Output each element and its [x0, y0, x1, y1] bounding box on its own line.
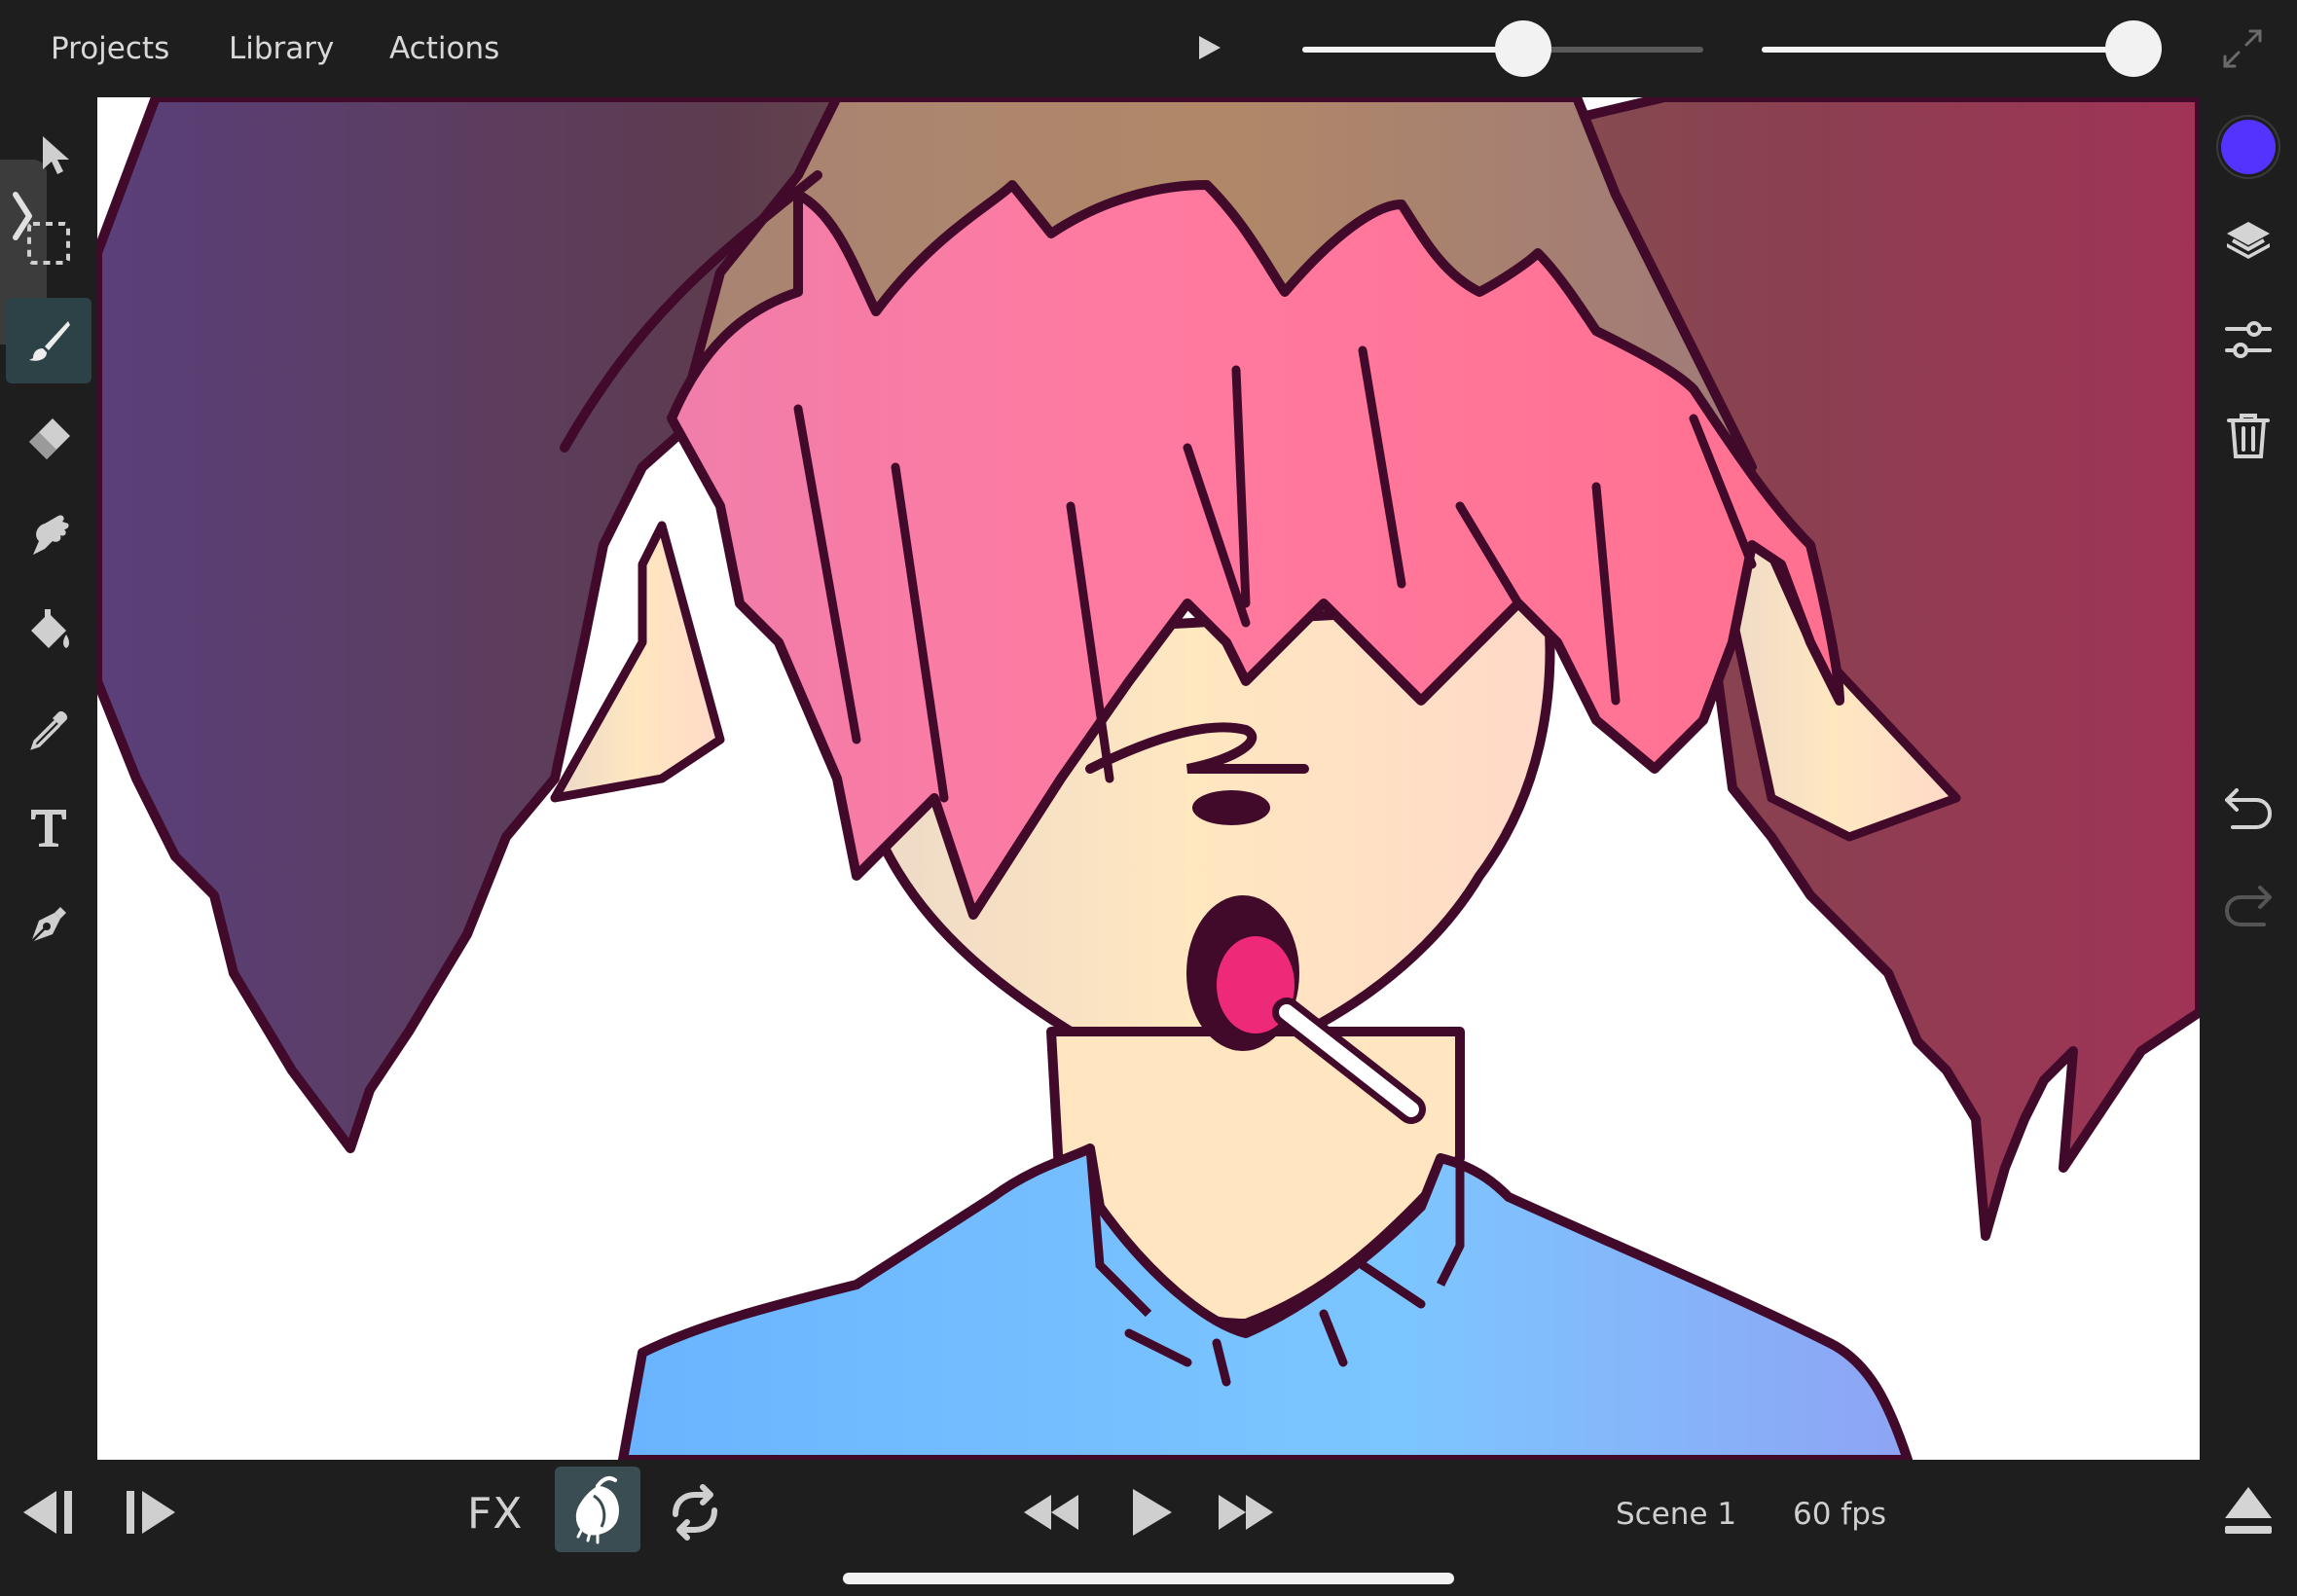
next-frame-icon	[127, 1491, 175, 1534]
text-tool-icon	[31, 810, 66, 847]
scene-label[interactable]: Scene 1	[1616, 1487, 1736, 1542]
play-preview-button[interactable]	[1193, 31, 1226, 64]
menu-library[interactable]: Library	[229, 23, 334, 74]
opacity-slider[interactable]	[1302, 20, 1703, 77]
slider-fill	[1302, 47, 1523, 53]
previous-frame-button[interactable]	[18, 1481, 80, 1543]
slider-fill	[1762, 47, 2133, 53]
left-toolbar	[0, 97, 97, 1460]
fill-tool[interactable]	[6, 590, 91, 675]
pen-nib-icon	[30, 907, 66, 943]
canvas-artwork	[97, 97, 2200, 1460]
slider-thumb[interactable]	[2105, 20, 2162, 77]
expand-icon	[2223, 29, 2262, 68]
rewind-icon	[1024, 1495, 1078, 1530]
eyedropper-tool[interactable]	[6, 687, 91, 773]
play-icon	[1133, 1489, 1172, 1536]
eraser-icon	[29, 418, 70, 459]
undo-icon	[2225, 788, 2272, 829]
play-icon	[1199, 36, 1221, 59]
delete-button[interactable]	[2223, 411, 2274, 461]
redo-icon	[2225, 886, 2272, 926]
bottom-bar: FX Scene 1 60 fps	[0, 1460, 2297, 1596]
next-frame-button[interactable]	[119, 1481, 181, 1543]
onion-skin-icon	[575, 1476, 619, 1544]
undo-button[interactable]	[2223, 784, 2274, 835]
trash-icon	[2227, 414, 2270, 458]
dashed-selection-icon	[27, 222, 70, 265]
paint-bucket-icon	[31, 609, 69, 648]
color-picker-swatch[interactable]	[2221, 120, 2276, 174]
layers-button[interactable]	[2223, 218, 2274, 269]
loop-button[interactable]	[664, 1481, 726, 1543]
menu-actions[interactable]: Actions	[389, 23, 499, 74]
play-button[interactable]	[1119, 1481, 1182, 1543]
home-indicator	[843, 1573, 1454, 1584]
onion-skin-button[interactable]	[555, 1467, 640, 1552]
adjustments-button[interactable]	[2223, 315, 2274, 366]
eraser-tool[interactable]	[6, 395, 91, 481]
marquee-tool[interactable]	[6, 200, 91, 286]
loop-icon	[673, 1484, 717, 1541]
eject-icon	[2225, 1487, 2272, 1534]
fps-label[interactable]: 60 fps	[1793, 1487, 1886, 1542]
pointer-arrow-icon	[43, 136, 69, 174]
layers-icon	[2227, 222, 2270, 259]
pen-tool[interactable]	[6, 882, 91, 967]
smudge-hand-icon	[33, 515, 69, 555]
smudge-tool[interactable]	[6, 492, 91, 578]
drawing-canvas[interactable]	[97, 97, 2200, 1460]
menu-projects[interactable]: Projects	[51, 23, 169, 74]
brush-tool[interactable]	[6, 298, 91, 383]
adjustments-icon	[2225, 321, 2272, 358]
size-slider[interactable]	[1762, 20, 2162, 77]
text-tool[interactable]	[6, 784, 91, 870]
fast-forward-button[interactable]	[1215, 1481, 1277, 1543]
fx-button[interactable]: FX	[467, 1487, 523, 1542]
eyedropper-icon	[30, 710, 68, 750]
rewind-button[interactable]	[1020, 1481, 1082, 1543]
brush-icon	[29, 321, 70, 361]
fast-forward-icon	[1219, 1495, 1273, 1530]
eject-button[interactable]	[2217, 1481, 2279, 1543]
redo-button[interactable]	[2223, 882, 2274, 932]
slider-thumb[interactable]	[1495, 20, 1551, 77]
fullscreen-button[interactable]	[2219, 25, 2266, 72]
previous-frame-icon	[23, 1491, 72, 1534]
top-bar: Projects Library Actions	[0, 0, 2297, 97]
